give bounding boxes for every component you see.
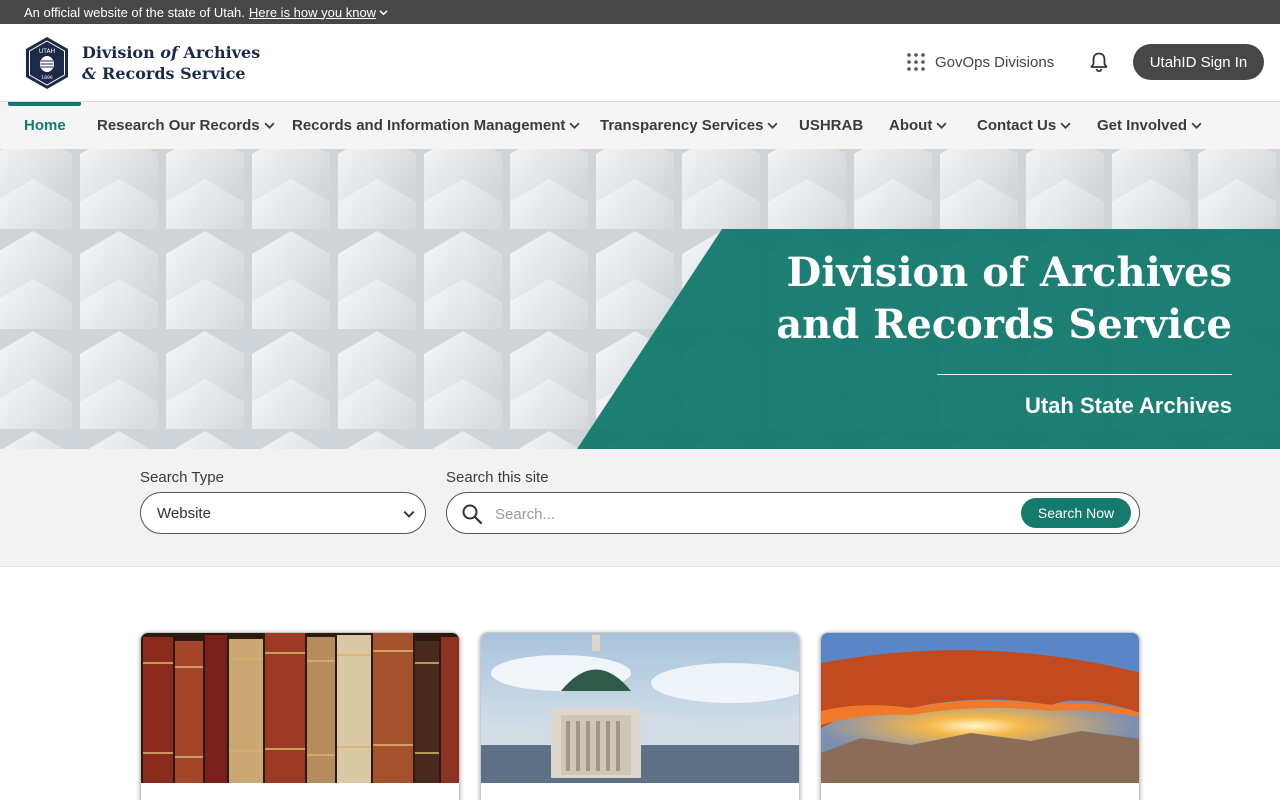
utah-seal-icon: UTAH 1896 [26, 37, 68, 89]
search-type-value: Website [157, 504, 211, 522]
nav-item-label: Get Involved [1097, 117, 1188, 134]
chevron-down-icon [264, 122, 275, 129]
card-mesa-arch[interactable] [820, 632, 1140, 800]
nav-item-label: Records and Information Management [292, 117, 566, 134]
card-capitol[interactable] [480, 632, 800, 800]
mesa-arch-image [821, 633, 1139, 783]
search-input[interactable] [495, 501, 1015, 527]
logo-wordmark: Division of Archives & Records Service [82, 43, 261, 83]
govops-label: GovOps Divisions [935, 53, 1055, 71]
nav-item-research-our-records[interactable]: Research Our Records [97, 102, 275, 149]
card-research-records[interactable] [140, 632, 460, 800]
search-section: Search Type Website Search this site Sea… [0, 449, 1280, 567]
chevron-down-icon [1060, 122, 1071, 129]
utahid-sign-in-button[interactable]: UtahID Sign In [1133, 44, 1264, 80]
search-icon [462, 504, 483, 525]
chevron-down-icon [379, 9, 388, 15]
site-logo[interactable]: UTAH 1896 Division of Archives & Records… [24, 36, 260, 90]
hero-subtitle: Utah State Archives [1024, 393, 1232, 418]
chevron-down-icon [767, 122, 778, 129]
official-banner: An official website of the state of Utah… [0, 0, 1280, 24]
nav-item-about[interactable]: About [889, 102, 947, 149]
chevron-down-icon [1191, 122, 1202, 129]
grid-icon [907, 53, 925, 71]
old-books-image [141, 633, 459, 783]
nav-item-home[interactable]: Home [24, 102, 66, 149]
govops-divisions-button[interactable]: GovOps Divisions [906, 52, 1054, 72]
chevron-down-icon [936, 122, 947, 129]
chevron-down-icon [403, 510, 415, 518]
nav-item-label: About [889, 117, 933, 134]
svg-text:UTAH: UTAH [39, 48, 55, 55]
nav-item-contact-us[interactable]: Contact Us [977, 102, 1071, 149]
nav-item-label: Transparency Services [600, 117, 764, 134]
search-site-label: Search this site [446, 469, 549, 486]
how-you-know-label: Here is how you know [248, 4, 377, 20]
search-type-label: Search Type [140, 469, 224, 486]
nav-item-label: Home [24, 117, 66, 134]
bell-icon[interactable] [1088, 51, 1110, 73]
main-nav: Home Research Our Records Records and In… [0, 102, 1280, 149]
nav-item-label: USHRAB [799, 117, 864, 134]
search-box: Search Now [446, 492, 1140, 534]
nav-item-ushrab[interactable]: USHRAB [799, 102, 863, 149]
nav-item-label: Research Our Records [97, 117, 260, 134]
hero-divider [937, 374, 1232, 375]
nav-item-get-involved[interactable]: Get Involved [1097, 102, 1202, 149]
how-you-know-link[interactable]: Here is how you know [249, 5, 388, 20]
search-now-button[interactable]: Search Now [1021, 498, 1131, 528]
official-text: An official website of the state of Utah… [24, 4, 245, 20]
hero-title: Division of Archives and Records Service [776, 249, 1232, 348]
search-type-select[interactable]: Website [140, 492, 426, 534]
nav-item-transparency-services[interactable]: Transparency Services [600, 102, 778, 149]
chevron-down-icon [569, 122, 580, 129]
site-header: UTAH 1896 Division of Archives & Records… [0, 24, 1280, 102]
nav-item-records-information-management[interactable]: Records and Information Management [292, 102, 580, 149]
nav-item-label: Contact Us [977, 117, 1057, 134]
utah-capitol-image [481, 633, 799, 783]
hero-banner: Division of Archives and Records Service… [0, 149, 1280, 449]
svg-text:1896: 1896 [41, 75, 53, 81]
